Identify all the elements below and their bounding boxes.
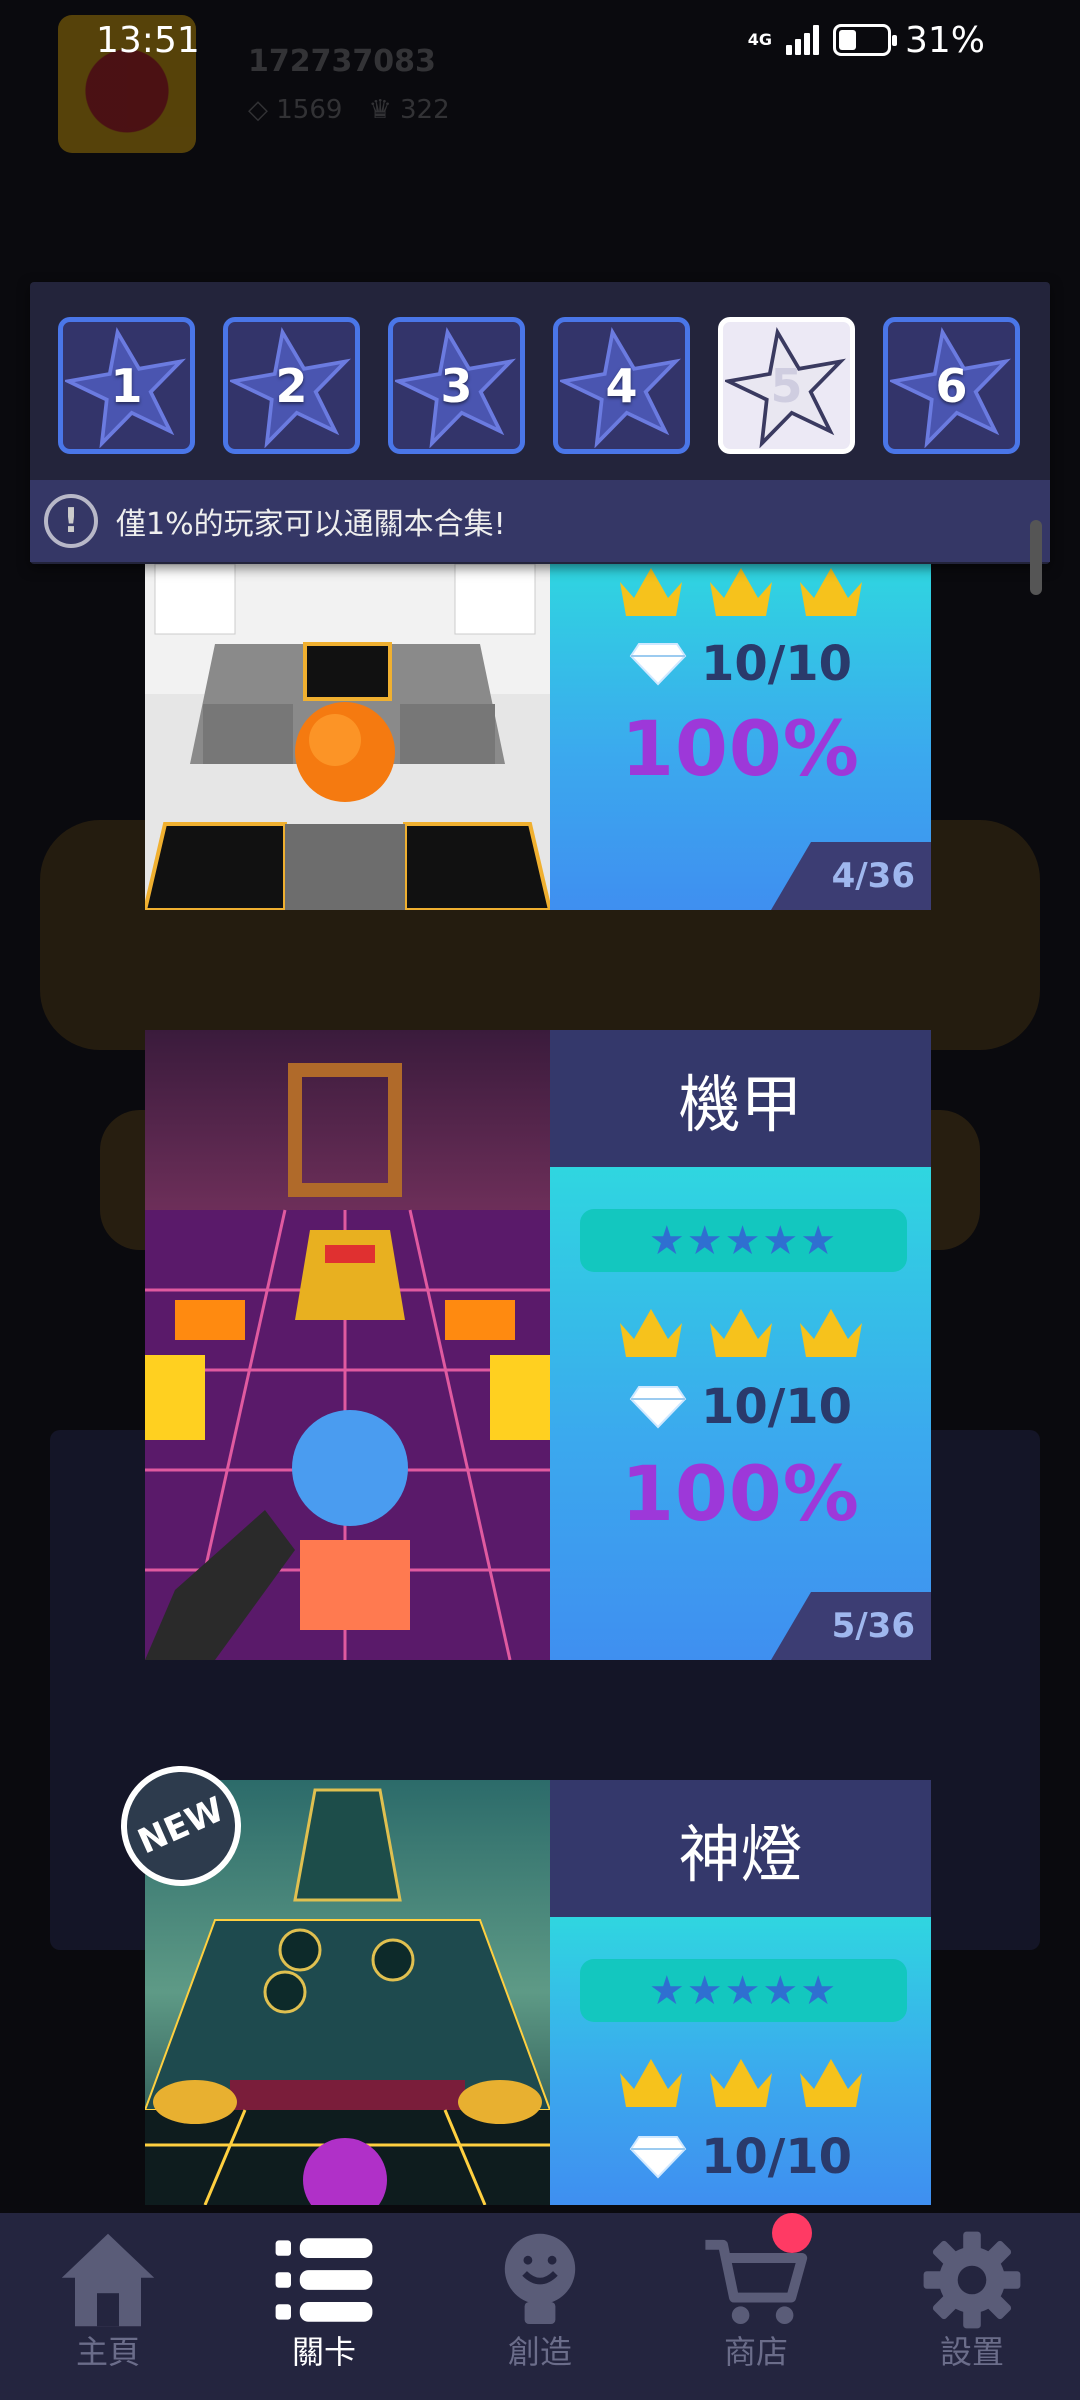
collection-tabs: 1 2 3 4 5 6 [30,282,1050,454]
collection-tab-6[interactable]: 6 [883,317,1020,454]
nav-shop[interactable]: 商店 [648,2213,864,2400]
nav-levels[interactable]: 關卡 [216,2213,432,2400]
level-card[interactable]: NEW 神燈 ★★★★★ 10/10 [101,1746,931,2205]
warning-icon: ! [44,494,98,548]
level-card[interactable]: 機甲 ★★★★★ 10/10 100% 5/36 [145,1030,931,1660]
level-card[interactable]: 10/10 100% 4/36 [145,564,931,910]
crown-icon [799,1309,862,1357]
nav-home[interactable]: 主頁 [0,2213,216,2400]
lightbulb-icon [504,2233,576,2324]
difficulty-rating: ★★★★★ [580,1959,907,2022]
battery-icon [832,24,897,56]
collection-header: 1 2 3 4 5 6 ! 僅1%的玩家可以通關本合集! [30,282,1050,564]
diamond-icon [629,2136,687,2179]
collection-tab-1[interactable]: 1 [58,317,195,454]
nav-settings[interactable]: 設置 [864,2213,1080,2400]
signal-icon [785,25,819,55]
crown-rating [550,564,931,622]
bottom-nav: 主頁 關卡 創造 商店 設置 [0,2213,1080,2400]
collection-tab-2[interactable]: 2 [223,317,360,454]
crown-icon [619,568,682,616]
diamond-icon [629,1386,687,1429]
status-time: 13:51 [96,19,200,61]
completion-percent: 100% [621,1449,860,1538]
collection-tab-3[interactable]: 3 [388,317,525,454]
level-index: 4/36 [771,842,931,910]
collection-tab-4[interactable]: 4 [553,317,690,454]
level-title: 神燈 [550,1780,931,1917]
list-icon [275,2238,373,2322]
nav-create[interactable]: 創造 [432,2213,648,2400]
crown-icon [709,2059,772,2107]
crown-rating [550,2055,931,2113]
collection-notice: ! 僅1%的玩家可以通關本合集! [30,480,1050,562]
crown-icon [619,1309,682,1357]
crown-icon [619,2059,682,2107]
difficulty-rating: ★★★★★ [580,1209,907,1272]
notification-badge [772,2213,812,2253]
crown-icon [709,568,772,616]
diamond-icon [629,643,687,686]
gem-count: 10/10 [700,2129,853,2185]
notice-text: 僅1%的玩家可以通關本合集! [116,507,506,542]
gem-count: 10/10 [700,636,853,692]
crown-rating [550,1305,931,1363]
network-indicator: 4G [747,30,772,49]
home-icon [61,2233,155,2327]
levels-screen: 13:51 4G 31% 172737083 ◇ 1569 ♛ 322 1 2 … [0,0,1080,2400]
completion-percent: 100% [621,704,860,793]
battery-percent: 31% [904,19,985,61]
crown-count: 322 [400,94,450,125]
scrollbar[interactable] [1030,520,1042,595]
gear-icon [923,2231,1021,2329]
crown-icon [799,2059,862,2107]
status-bar: 13:51 4G 31% [0,0,1080,80]
diamond-count: 1569 [276,94,343,125]
crown-icon [799,568,862,616]
level-thumbnail [145,1030,550,1660]
level-thumbnail [145,564,550,910]
crown-icon [709,1309,772,1357]
gem-count: 10/10 [700,1379,853,1435]
collection-tab-5[interactable]: 5 [718,317,855,454]
level-index: 5/36 [771,1592,931,1660]
level-title: 機甲 [550,1030,931,1167]
